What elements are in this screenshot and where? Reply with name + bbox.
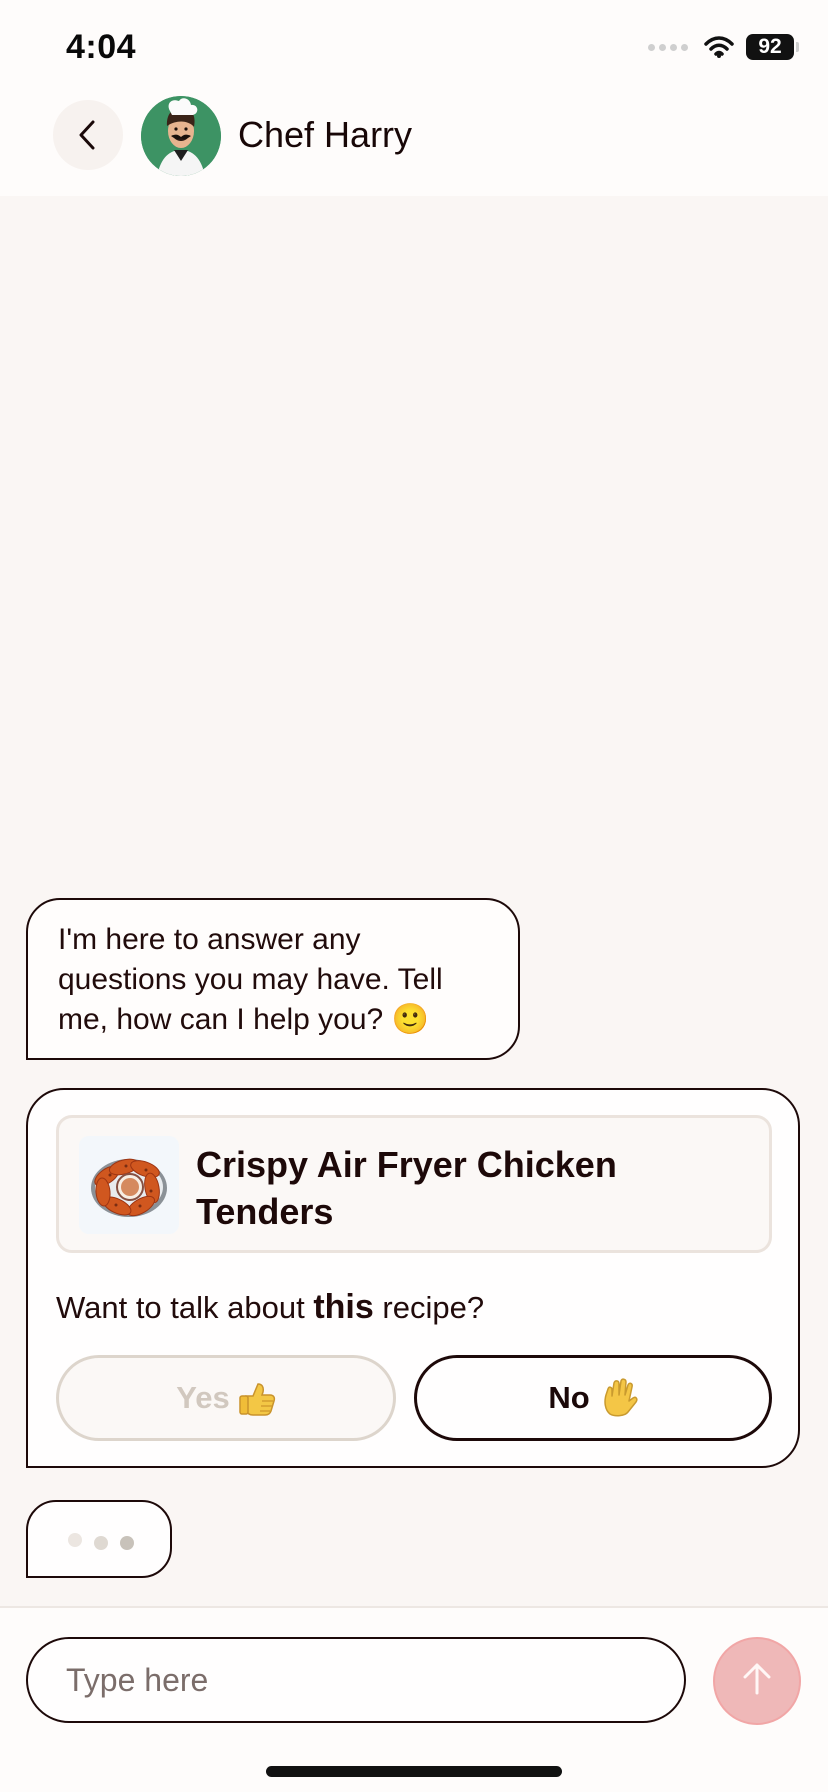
signal-dot	[648, 43, 655, 51]
chef-avatar-icon	[141, 96, 221, 176]
typing-indicator	[26, 1500, 172, 1578]
yes-button[interactable]: Yes	[56, 1355, 396, 1441]
no-label: No	[548, 1380, 590, 1415]
send-button[interactable]	[713, 1637, 801, 1725]
recipe-preview[interactable]: Crispy Air Fryer Chicken Tenders	[56, 1115, 772, 1253]
status-bar: 4:04 92	[0, 0, 828, 90]
wifi-icon	[704, 36, 734, 58]
typing-dots-icon	[94, 1536, 108, 1550]
typing-dots-icon	[68, 1533, 82, 1547]
signal-dot	[659, 43, 666, 51]
status-time: 4:04	[66, 28, 137, 66]
cellular-signal-icon	[648, 43, 688, 51]
chat-header: Chef Harry	[0, 90, 828, 197]
signal-dot	[670, 43, 677, 51]
status-indicators: 92	[648, 34, 799, 60]
recipe-title: Crispy Air Fryer Chicken Tenders	[196, 1144, 617, 1232]
chef-chat-screen: 4:04 92 Chef Harry I'm here to answer an…	[0, 0, 828, 1792]
yes-label: Yes	[176, 1380, 230, 1415]
back-button[interactable]	[53, 100, 123, 170]
recipe-question-emphasis: this	[313, 1288, 374, 1326]
assistant-message: I'm here to answer any questions you may…	[26, 898, 520, 1060]
signal-dot	[681, 43, 688, 51]
chat-title: Chef Harry	[238, 114, 413, 155]
typing-dots-icon	[120, 1536, 134, 1550]
recipe-suggestion-card: Crispy Air Fryer Chicken Tenders Want to…	[26, 1088, 800, 1468]
no-button[interactable]: No	[414, 1355, 772, 1441]
message-input[interactable]	[26, 1637, 686, 1723]
battery-level: 92	[758, 35, 782, 58]
arrow-up-icon	[736, 1658, 778, 1705]
thumbs-up-icon	[238, 1380, 276, 1416]
battery-icon: 92	[746, 34, 799, 60]
message-composer	[0, 1606, 828, 1792]
message-list[interactable]: I'm here to answer any questions you may…	[0, 196, 828, 1606]
home-indicator	[266, 1766, 562, 1777]
recipe-question-prefix: Want to talk about	[56, 1290, 314, 1325]
recipe-question-suffix: recipe?	[373, 1290, 485, 1325]
raised-hand-icon	[598, 1378, 638, 1418]
recipe-question: Want to talk about this recipe?	[56, 1288, 484, 1327]
chicken-tenders-thumbnail	[79, 1136, 179, 1234]
chevron-left-icon	[74, 117, 102, 153]
